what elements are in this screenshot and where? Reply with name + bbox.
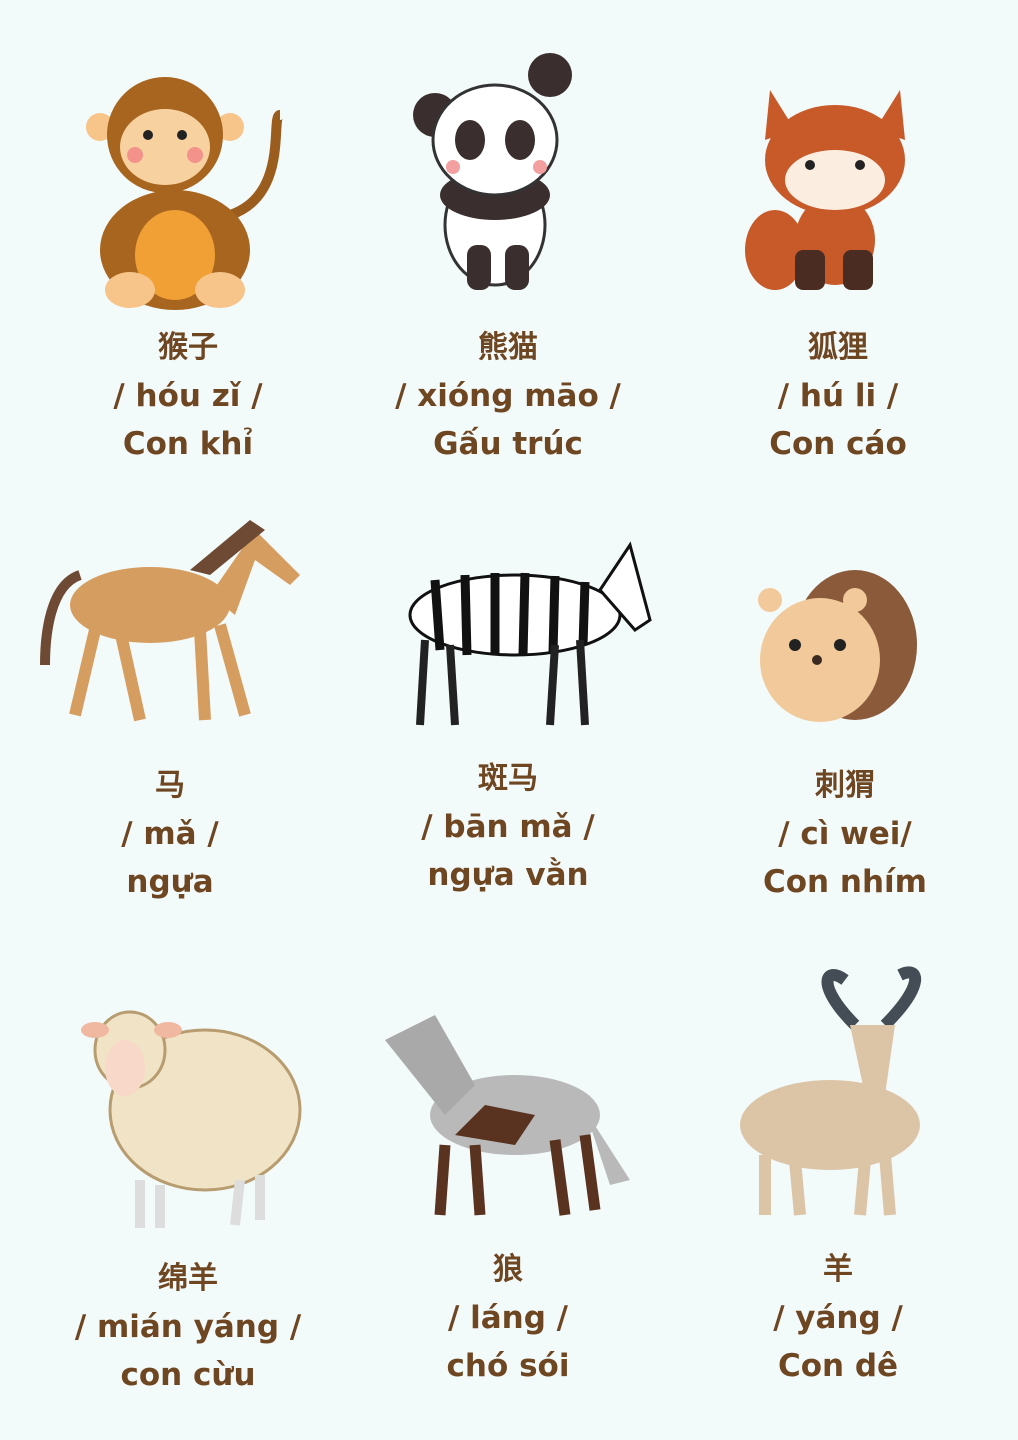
vietnamese: ngựa vằn — [427, 857, 589, 893]
hanzi: 马 — [155, 768, 185, 803]
pinyin: / láng / — [447, 1300, 569, 1336]
card-zebra: 斑马 / bān mǎ / ngựa vằn — [328, 755, 688, 899]
vietnamese: Con nhím — [763, 864, 927, 900]
vietnamese: ngựa — [126, 864, 214, 900]
vietnamese: Gấu trúc — [433, 426, 583, 462]
pinyin: / hú li / — [777, 378, 899, 414]
wolf-icon — [385, 1015, 630, 1216]
hanzi: 狼 — [493, 1252, 523, 1287]
card-sheep: 绵羊 / mián yáng / con cừu — [8, 1255, 368, 1399]
card-fox: 狐狸 / hú li / Con cáo — [658, 324, 1018, 468]
card-hedgehog: 刺猬 / cì wei/ Con nhím — [665, 762, 1018, 906]
hanzi: 斑马 — [478, 761, 538, 796]
card-monkey: 猴子 / hóu zǐ / Con khỉ — [8, 324, 368, 468]
pinyin: / bān mǎ / — [421, 809, 595, 845]
card-panda: 熊猫 / xióng māo / Gấu trúc — [328, 324, 688, 468]
sheep-icon — [81, 1010, 302, 1228]
card-goat: 羊 / yáng / Con dê — [658, 1246, 1018, 1390]
pinyin: / cì wei/ — [778, 816, 912, 852]
hanzi: 刺猬 — [815, 768, 875, 803]
hanzi: 狐狸 — [808, 330, 868, 365]
pinyin: / xióng māo / — [395, 378, 621, 414]
pinyin: / mián yáng / — [74, 1309, 302, 1345]
card-wolf: 狼 / láng / chó sói — [328, 1246, 688, 1390]
monkey-icon — [86, 77, 284, 310]
goat-icon — [740, 966, 921, 1216]
pinyin: / mǎ / — [121, 816, 219, 852]
hanzi: 熊猫 — [478, 330, 538, 365]
vietnamese: chó sói — [446, 1348, 570, 1384]
pinyin: / yáng / — [773, 1300, 903, 1336]
panda-icon — [413, 53, 572, 290]
hanzi: 绵羊 — [158, 1261, 218, 1296]
hanzi: 猴子 — [158, 330, 218, 365]
vietnamese: con cừu — [120, 1357, 256, 1393]
card-horse: 马 / mǎ / ngựa — [0, 762, 350, 906]
hanzi: 羊 — [823, 1252, 853, 1287]
vietnamese: Con cáo — [769, 426, 907, 462]
vietnamese: Con dê — [777, 1348, 899, 1384]
zebra-icon — [408, 541, 652, 726]
horse-icon — [40, 520, 300, 722]
fox-icon — [745, 90, 905, 290]
pinyin: / hóu zǐ / — [113, 378, 263, 414]
hedgehog-icon — [758, 570, 917, 722]
vietnamese: Con khỉ — [122, 426, 254, 462]
